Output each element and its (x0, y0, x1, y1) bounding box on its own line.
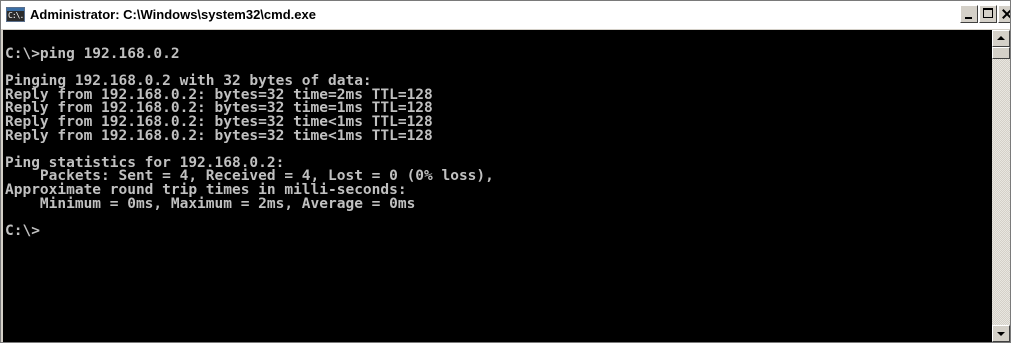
close-icon[interactable] (998, 5, 1010, 23)
title-bar[interactable]: C:\. Administrator: C:\Windows\system32\… (1, 1, 1010, 29)
minimize-icon[interactable] (960, 5, 978, 23)
cmd-window: C:\. Administrator: C:\Windows\system32\… (0, 0, 1011, 343)
cmd-icon[interactable]: C:\. (6, 7, 25, 22)
console-line: Minimum = 0ms, Maximum = 2ms, Average = … (5, 195, 416, 212)
vertical-scrollbar[interactable] (992, 30, 1010, 342)
console-output[interactable]: C:\>ping 192.168.0.2 Pinging 192.168.0.2… (3, 30, 992, 342)
cmd-icon-glyph: C:\. (8, 11, 24, 20)
scrollbar-thumb[interactable] (992, 47, 1010, 59)
console-prompt: C:\> (5, 222, 40, 239)
console-line: Reply from 192.168.0.2: bytes=32 time<1m… (5, 127, 433, 144)
window-title: Administrator: C:\Windows\system32\cmd.e… (30, 7, 316, 22)
arrow-down-icon[interactable] (992, 325, 1010, 342)
arrow-up-icon[interactable] (992, 30, 1010, 47)
maximize-icon[interactable] (979, 5, 997, 23)
console-line: C:\>ping 192.168.0.2 (5, 46, 180, 62)
caption-buttons (959, 5, 1010, 25)
